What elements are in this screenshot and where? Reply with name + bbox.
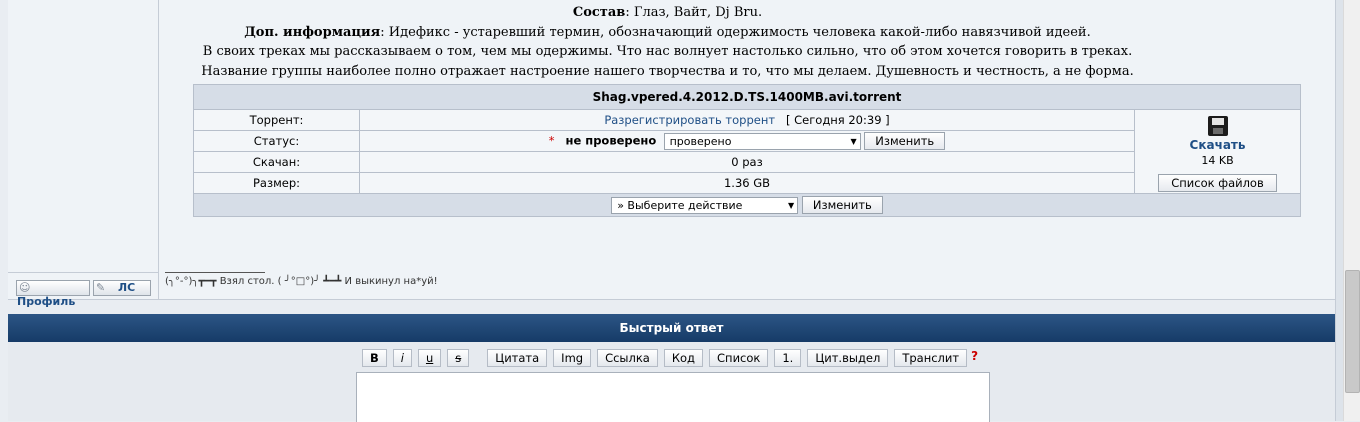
downloaded-value: 0 раз (359, 151, 1135, 173)
help-icon[interactable]: ? (971, 349, 978, 363)
scrollbar-thumb[interactable] (1345, 270, 1360, 393)
action-change-button[interactable]: Изменить (801, 196, 883, 214)
list-item-button[interactable]: 1. (774, 349, 802, 367)
status-value: не проверено (565, 133, 657, 148)
floppy-disk-icon[interactable] (1207, 116, 1228, 136)
status-star: * (548, 133, 555, 148)
change-status-button[interactable]: Изменить (864, 132, 946, 150)
torrent-date: [ Сегодня 20:39 ] (786, 113, 890, 127)
translit-button[interactable]: Транслит (894, 349, 968, 367)
strike-button[interactable]: s (447, 349, 470, 367)
profile-button[interactable]: ☺Профиль (16, 280, 90, 308)
info-label: Доп. информация (244, 24, 381, 40)
downloaded-label: Скачан: (193, 151, 360, 173)
description-line: Название группы наиболее полно отражает … (201, 63, 1134, 79)
unregister-torrent-link[interactable]: Разрегистрировать торрент (604, 113, 775, 127)
download-link[interactable]: Скачать (1135, 138, 1300, 152)
torrent-label: Торрент: (193, 109, 360, 131)
user-icon: ☺ (19, 281, 31, 294)
quote-button[interactable]: Цитата (487, 349, 548, 367)
sostav-value: : Глаз, Вайт, Dj Bru. (625, 5, 763, 20)
description-line: В своих треках мы рассказываем о том, че… (202, 44, 1133, 59)
bold-button[interactable]: B (362, 349, 387, 367)
status-select[interactable]: проверено ▼ (663, 132, 861, 150)
torrent-filename: Shag.vpered.4.2012.D.TS.1400MB.avi.torre… (193, 84, 1301, 110)
underline-button[interactable]: u (417, 349, 442, 367)
img-button[interactable]: Img (553, 349, 592, 367)
divider (8, 272, 158, 273)
size-value: 1.36 GB (359, 172, 1135, 194)
size-label: Размер: (193, 172, 360, 194)
message-textarea[interactable] (356, 372, 990, 422)
signature-divider (165, 272, 265, 273)
release-description: Состав: Глаз, Вайт, Dj Bru. Доп. информа… (160, 3, 1175, 81)
torrent-info-table: Shag.vpered.4.2012.D.TS.1400MB.avi.torre… (193, 84, 1301, 217)
editor-toolbar: Bi u s Цитата Img Ссылка Код Список 1. Цит.выдел Т… (362, 349, 978, 367)
signature: (╮°-°)╮┳━┳ Взял стол. ( ╯°□°)╯ ┻━┻ И вык… (165, 276, 438, 287)
info-value: : Идефикс - устаревший термин, обозначаю… (380, 24, 1091, 40)
pencil-icon: ✎ (96, 281, 106, 294)
action-select[interactable]: » Выберите действие ▼ (611, 196, 799, 214)
torrent-value: Разрегистрировать торрент [ Сегодня 20:3… (359, 109, 1135, 131)
sostav-label: Состав (572, 5, 626, 20)
status-value-cell: * не проверено проверено ▼ Изменить (359, 130, 1135, 152)
pm-label: ЛС (118, 281, 136, 294)
action-row: » Выберите действие ▼ Изменить (193, 193, 1301, 217)
post-author-column (8, 0, 159, 300)
chevron-down-icon: ▼ (850, 136, 857, 146)
link-button[interactable]: Ссылка (597, 349, 658, 367)
profile-label: Профиль (17, 295, 76, 308)
quote-selected-button[interactable]: Цит.выдел (807, 349, 889, 367)
italic-button[interactable]: i (392, 349, 412, 367)
status-label: Статус: (193, 130, 360, 152)
chevron-down-icon: ▼ (788, 200, 795, 210)
code-button[interactable]: Код (663, 349, 704, 367)
quick-reply-header: Быстрый ответ (8, 314, 1335, 342)
file-list-button[interactable]: Список файлов (1158, 174, 1277, 192)
pm-button[interactable]: ✎ ЛС (93, 280, 151, 296)
list-button[interactable]: Список (709, 349, 769, 367)
download-size: 14 KB (1201, 154, 1234, 167)
spacer (0, 300, 1335, 314)
download-cell: Скачать 14 KB Список файлов (1134, 109, 1301, 194)
